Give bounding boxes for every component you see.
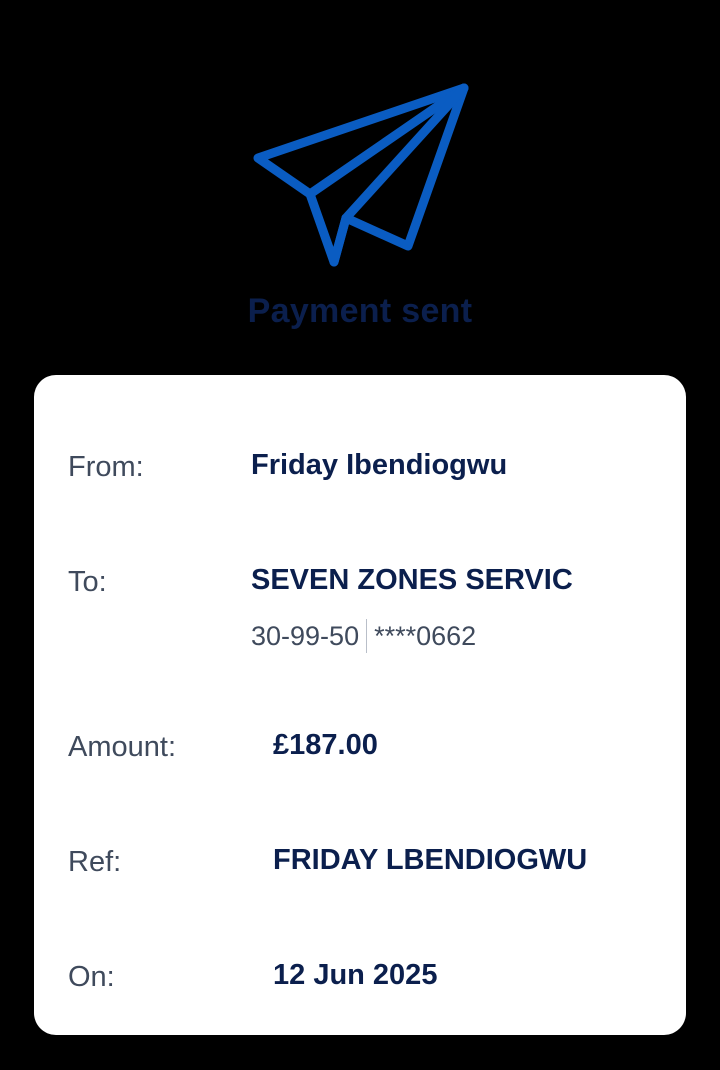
ref-label: Ref: [68, 846, 122, 878]
amount-label: Amount: [68, 731, 176, 763]
from-label: From: [68, 451, 144, 483]
sort-code: 30-99-50 [251, 620, 360, 651]
from-value: Friday Ibendiogwu [251, 449, 508, 481]
account-number: ****0662 [374, 620, 477, 651]
date-value: 12 Jun 2025 [273, 959, 438, 991]
page-title: Payment sent [247, 292, 473, 330]
account-divider [366, 619, 368, 653]
ref-value: FRIDAY LBENDIOGWU [273, 844, 588, 876]
account-details: 30-99-50 ****0662 [251, 619, 476, 653]
to-label: To: [68, 566, 107, 598]
date-label: On: [68, 961, 115, 993]
amount-value: £187.00 [273, 729, 378, 761]
payment-details-card: From: Friday Ibendiogwu To: SEVEN ZONES … [34, 375, 686, 1035]
to-value: SEVEN ZONES SERVIC [251, 564, 573, 596]
paper-plane-icon [253, 83, 469, 267]
